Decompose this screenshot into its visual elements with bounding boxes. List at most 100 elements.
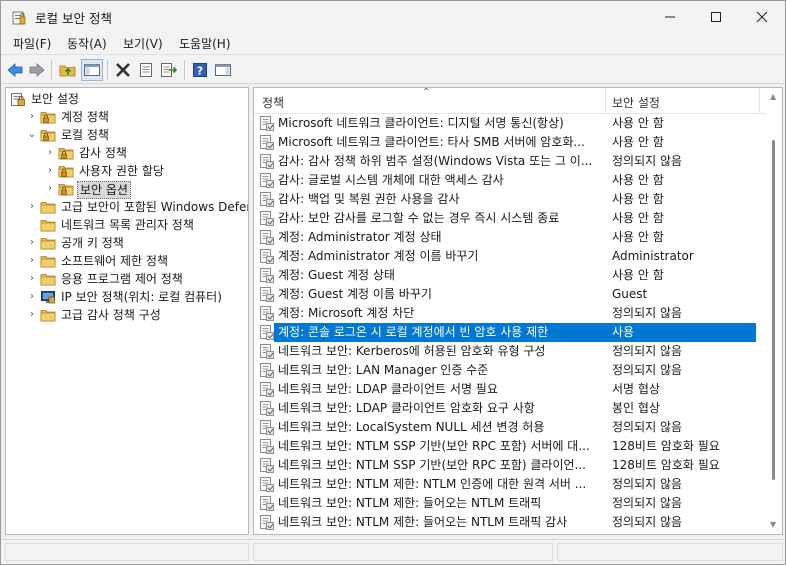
menu-help[interactable]: 도움말(H) (177, 35, 233, 52)
policy-list[interactable]: ⌃ 정책 보안 설정 Microsoft 네트워크 클라이언트: 디지털 서명 … (253, 87, 783, 535)
menu-view[interactable]: 보기(V) (121, 35, 165, 52)
maximize-button[interactable] (693, 1, 739, 32)
collapse-chevron-icon[interactable]: ⌄ (26, 128, 38, 142)
expand-chevron-icon[interactable]: › (26, 110, 38, 124)
expand-chevron-icon[interactable]: › (26, 290, 38, 304)
table-row[interactable]: 네트워크 보안: NTLM 제한: 원격 서버로 나가는 NTLM 트... 정의… (254, 532, 766, 534)
minimize-button[interactable] (647, 1, 693, 32)
expand-chevron-icon[interactable]: › (26, 236, 38, 250)
delete-button[interactable] (112, 59, 134, 81)
tree-item[interactable]: › 계정 정책 (6, 108, 248, 126)
security-setting-value: Guest (612, 287, 648, 301)
security-setting-value: 정의되지 않음 (612, 344, 683, 358)
policy-setting-icon (260, 230, 274, 245)
security-setting-value: 사용 안 함 (612, 268, 664, 282)
tree-item[interactable]: › 소프트웨어 제한 정책 (6, 252, 248, 270)
tree-item[interactable]: › 사용자 권한 할당 (6, 162, 248, 180)
policy-name: 계정: Guest 계정 이름 바꾸기 (278, 287, 432, 301)
up-one-level-button[interactable] (57, 59, 79, 81)
security-setting-value: 사용 안 함 (612, 116, 664, 130)
table-row[interactable]: 네트워크 보안: NTLM 제한: NTLM 인증에 대한 원격 서버 ... 정… (254, 475, 766, 494)
table-row[interactable]: 네트워크 보안: NTLM SSP 기반(보안 RPC 포함) 클라이언... 1… (254, 456, 766, 475)
tree-item[interactable]: › 감사 정책 (6, 144, 248, 162)
table-row[interactable]: 네트워크 보안: LocalSystem NULL 세션 변경 허용 정의되지 않… (254, 418, 766, 437)
table-row[interactable]: 계정: Administrator 계정 상태 사용 안 함 (254, 228, 766, 247)
policy-name: 네트워크 보안: LDAP 클라이언트 암호화 요구 사항 (278, 401, 535, 415)
expand-chevron-icon[interactable]: › (44, 164, 56, 178)
column-header-setting[interactable]: 보안 설정 (612, 94, 660, 111)
tree-item[interactable]: › IP 보안 정책(위치: 로컬 컴퓨터) (6, 288, 248, 306)
show-hide-tree-icon (84, 64, 100, 76)
table-row[interactable]: 네트워크 보안: LDAP 클라이언트 암호화 요구 사항 봉인 협상 (254, 399, 766, 418)
table-row[interactable]: 네트워크 보안: NTLM SSP 기반(보안 RPC 포함) 서버에 대...… (254, 437, 766, 456)
table-row[interactable]: 네트워크 보안: LDAP 클라이언트 서명 필요 서명 협상 (254, 380, 766, 399)
expand-chevron-icon[interactable]: › (44, 182, 56, 196)
local-security-policy-app-icon (12, 11, 26, 25)
tree-item[interactable]: 네트워크 목록 관리자 정책 (6, 216, 248, 234)
table-row[interactable]: 네트워크 보안: NTLM 제한: 들어오는 NTLM 트래픽 정의되지 않음 (254, 494, 766, 513)
security-setting-value: 정의되지 않음 (612, 477, 683, 491)
policy-setting-icon (260, 154, 274, 169)
tree-item[interactable]: › 고급 감사 정책 구성 (6, 306, 248, 324)
table-row[interactable]: Microsoft 네트워크 클라이언트: 타사 SMB 서버에 암호화... 사… (254, 133, 766, 152)
forward-button[interactable] (26, 59, 48, 81)
scroll-down-icon[interactable]: ▼ (770, 520, 776, 529)
back-button[interactable] (4, 59, 26, 81)
table-row[interactable]: 네트워크 보안: Kerberos에 허용된 암호화 유형 구성 정의되지 않음 (254, 342, 766, 361)
policy-name: 네트워크 보안: NTLM 제한: NTLM 인증에 대한 원격 서버 ... (278, 477, 587, 491)
table-row[interactable]: 네트워크 보안: LAN Manager 인증 수준 정의되지 않음 (254, 361, 766, 380)
folder-icon (40, 235, 56, 251)
expand-chevron-icon[interactable]: › (26, 254, 38, 268)
tree-item[interactable]: › 보안 옵션 (6, 180, 248, 199)
expand-chevron-icon[interactable]: › (26, 272, 38, 286)
tree-item[interactable]: 보안 설정 (6, 90, 248, 108)
show-hide-console-tree-button[interactable] (81, 59, 103, 81)
security-setting-value: 서명 협상 (612, 382, 660, 396)
table-row[interactable]: 감사: 보안 감사를 로그할 수 없는 경우 즉시 시스템 종료 사용 안 함 (254, 209, 766, 228)
security-setting-value: 128비트 암호화 필요 (612, 458, 720, 472)
menu-action[interactable]: 동작(A) (65, 35, 109, 52)
policy-name: 계정: Guest 계정 상태 (278, 268, 395, 282)
show-hide-action-pane-button[interactable] (212, 59, 234, 81)
table-row[interactable]: 계정: Guest 계정 이름 바꾸기 Guest (254, 285, 766, 304)
scroll-up-icon[interactable]: ▲ (770, 92, 776, 101)
tree-item[interactable]: ⌄ 로컬 정책 (6, 126, 248, 144)
scrollbar-thumb[interactable] (772, 140, 775, 480)
expand-chevron-icon[interactable]: › (26, 200, 38, 214)
tree-item[interactable]: › 고급 보안이 포함된 Windows Defender (6, 198, 248, 216)
expand-chevron-icon[interactable]: › (26, 308, 38, 322)
table-row[interactable]: 계정: 콘솔 로그온 시 로컬 계정에서 빈 암호 사용 제한 사용 (254, 323, 766, 342)
export-list-button[interactable] (158, 59, 180, 81)
table-row[interactable]: 계정: Guest 계정 상태 사용 안 함 (254, 266, 766, 285)
table-row[interactable]: 감사: 글로벌 시스템 개체에 대한 액세스 감사 사용 안 함 (254, 171, 766, 190)
policy-name: 네트워크 보안: LocalSystem NULL 세션 변경 허용 (278, 420, 545, 434)
table-row[interactable]: Microsoft 네트워크 클라이언트: 디지털 서명 통신(항상) 사용 안 … (254, 114, 766, 133)
help-button[interactable]: ? (189, 59, 211, 81)
tree-item-label: 고급 감사 정책 구성 (61, 308, 161, 322)
policy-setting-icon (260, 211, 274, 226)
tree-item-label: 공개 키 정책 (61, 236, 124, 250)
table-row[interactable]: 네트워크 보안: NTLM 제한: 들어오는 NTLM 트래픽 감사 정의되지 않… (254, 513, 766, 532)
policy-setting-icon (260, 344, 274, 359)
properties-button[interactable] (135, 59, 157, 81)
table-row[interactable]: 감사: 백업 및 복원 권한 사용을 감사 사용 안 함 (254, 190, 766, 209)
table-row[interactable]: 계정: Microsoft 계정 차단 정의되지 않음 (254, 304, 766, 323)
security-setting-value: 정의되지 않음 (612, 363, 683, 377)
security-setting-value: 정의되지 않음 (612, 306, 683, 320)
table-row[interactable]: 감사: 감사 정책 하위 범주 설정(Windows Vista 또는 그 이.… (254, 152, 766, 171)
tree-item[interactable]: › 응용 프로그램 제어 정책 (6, 270, 248, 288)
policy-setting-icon (260, 458, 274, 473)
table-row[interactable]: 계정: Administrator 계정 이름 바꾸기 Administrator (254, 247, 766, 266)
minimize-icon (665, 16, 675, 17)
tree-item[interactable]: › 공개 키 정책 (6, 234, 248, 252)
title-bar[interactable]: 로컬 보안 정책 (1, 1, 785, 32)
console-tree[interactable]: 보안 설정 › 계정 정책 ⌄ 로컬 정책 › 감사 정책 › 사용자 권한 할당 › 보… (5, 87, 249, 535)
up-folder-icon (59, 65, 76, 77)
vertical-scrollbar[interactable]: ▲ ▼ (766, 88, 782, 534)
column-header-policy[interactable]: 정책 (262, 94, 284, 111)
expand-chevron-icon[interactable]: › (44, 146, 56, 160)
policy-setting-icon (260, 325, 274, 340)
close-button[interactable] (739, 1, 785, 32)
menu-file[interactable]: 파일(F) (11, 35, 53, 52)
forward-arrow-icon (29, 63, 45, 77)
